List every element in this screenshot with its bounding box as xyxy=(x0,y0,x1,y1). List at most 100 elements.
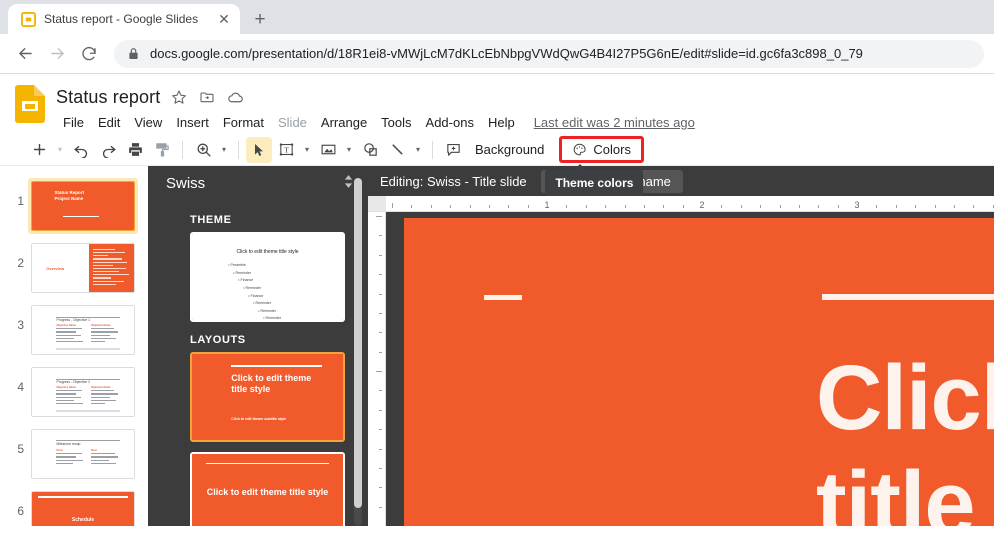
ruler-tick xyxy=(760,205,762,208)
redo-icon[interactable] xyxy=(95,137,121,163)
list-item[interactable]: 5 Milestone recap Done Next xyxy=(0,422,148,484)
slide-filmstrip[interactable]: 1 Status Report Project Name 2 Overview … xyxy=(0,166,148,526)
slide-number: 6 xyxy=(17,504,24,518)
palette-icon xyxy=(572,142,587,157)
ruler-tick xyxy=(992,205,994,208)
svg-text:T: T xyxy=(284,146,289,155)
thumb-heading-4: Progress - Objective 2 xyxy=(56,380,91,384)
ruler-tick xyxy=(379,467,382,469)
menu-slide[interactable]: Slide xyxy=(271,112,314,133)
star-icon[interactable] xyxy=(170,88,188,106)
theme-section-label: THEME xyxy=(190,214,232,226)
vertical-ruler[interactable] xyxy=(368,212,386,526)
ruler-tick xyxy=(450,205,452,208)
menu-tools[interactable]: Tools xyxy=(374,112,418,133)
address-bar[interactable]: docs.google.com/presentation/d/18R1ei8-v… xyxy=(114,39,984,68)
new-tab-button[interactable]: + xyxy=(246,5,274,33)
ruler-tick xyxy=(379,506,382,508)
page-title[interactable]: Status report xyxy=(56,87,160,108)
browser-toolbar: docs.google.com/presentation/d/18R1ei8-v… xyxy=(0,34,994,74)
insert-line-caret-icon[interactable]: ▾ xyxy=(411,137,425,163)
list-item[interactable]: 4 Progress - Objective 2 Objective Name xyxy=(0,360,148,422)
menu-edit[interactable]: Edit xyxy=(91,112,127,133)
menu-file[interactable]: File xyxy=(56,112,91,133)
new-slide-icon[interactable] xyxy=(26,137,52,163)
menu-format[interactable]: Format xyxy=(216,112,271,133)
slide-thumbnail-6[interactable]: Schedule xyxy=(28,488,138,526)
slide-thumbnail-2[interactable]: Overview xyxy=(28,240,138,296)
theme-panel-header: Swiss xyxy=(148,166,368,200)
slides-main: 1 Status Report Project Name 2 Overview … xyxy=(0,166,994,526)
slide-canvas[interactable]: Click title xyxy=(386,212,994,526)
slide-title-text[interactable]: Click title xyxy=(816,346,994,526)
print-icon[interactable] xyxy=(122,137,148,163)
slide-thumbnail-1[interactable]: Status Report Project Name xyxy=(28,178,138,234)
theme-colors-button[interactable]: Colors xyxy=(559,136,644,163)
move-to-folder-icon[interactable] xyxy=(198,88,216,106)
list-item[interactable]: 2 Overview xyxy=(0,236,148,298)
horizontal-ruler-track: 1 2 3 xyxy=(386,196,994,211)
zoom-caret-icon[interactable]: ▾ xyxy=(217,137,231,163)
last-edit-status[interactable]: Last edit was 2 minutes ago xyxy=(534,115,695,130)
add-comment-icon[interactable] xyxy=(440,137,466,163)
master-editing-bar: Editing: Swiss - Title slide Done Rename xyxy=(368,166,994,196)
text-box-caret-icon[interactable]: ▾ xyxy=(300,137,314,163)
paint-format-icon[interactable] xyxy=(149,137,175,163)
layout-1-title: Click to edit theme title style xyxy=(231,372,312,395)
new-slide-caret-icon[interactable]: ▾ xyxy=(53,137,67,163)
thumb-heading-3: Progress - Objective 1 xyxy=(56,318,91,322)
lock-icon xyxy=(128,47,140,60)
horizontal-ruler[interactable]: 1 2 3 xyxy=(368,196,994,212)
slide-number: 5 xyxy=(17,442,24,456)
scrollbar-thumb[interactable] xyxy=(354,178,362,508)
ruler-tick xyxy=(379,332,382,334)
layout-card-2[interactable]: Click to edit theme title style xyxy=(190,452,345,526)
forward-icon[interactable] xyxy=(42,39,72,69)
close-icon[interactable]: ✕ xyxy=(216,11,232,27)
theme-master-card[interactable]: Click to edit theme title style • Preamb… xyxy=(190,232,345,322)
slide-thumbnail-4[interactable]: Progress - Objective 2 Objective Name Ob… xyxy=(28,364,138,420)
theme-panel-scrollbar[interactable] xyxy=(354,178,362,526)
insert-shape-icon[interactable] xyxy=(357,137,383,163)
sort-updown-icon[interactable] xyxy=(343,174,354,193)
slide-thumbnail-3[interactable]: Progress - Objective 1 Objective Name Ob… xyxy=(28,302,138,358)
menu-addons[interactable]: Add-ons xyxy=(419,112,481,133)
layout-2-title: Click to edit theme title style xyxy=(206,486,329,497)
insert-line-icon[interactable] xyxy=(384,137,410,163)
list-item[interactable]: 3 Progress - Objective 1 Objective Name xyxy=(0,298,148,360)
menu-bar: File Edit View Insert Format Slide Arran… xyxy=(56,111,695,134)
google-slides-favicon xyxy=(20,11,36,27)
menu-arrange[interactable]: Arrange xyxy=(314,112,374,133)
undo-icon[interactable] xyxy=(68,137,94,163)
list-item[interactable]: 6 Schedule xyxy=(0,484,148,526)
background-button[interactable]: Background xyxy=(467,138,552,161)
insert-image-caret-icon[interactable]: ▾ xyxy=(342,137,356,163)
back-icon[interactable] xyxy=(10,39,40,69)
menu-help[interactable]: Help xyxy=(481,112,522,133)
ruler-tick xyxy=(527,205,529,208)
ruler-tick xyxy=(411,205,413,208)
text-box-icon[interactable]: T xyxy=(273,137,299,163)
ruler-tick xyxy=(379,448,382,450)
insert-image-icon[interactable] xyxy=(315,137,341,163)
ruler-tick xyxy=(876,205,878,208)
layout-card-1[interactable]: Click to edit theme title style Click to… xyxy=(190,352,345,442)
ruler-tick xyxy=(973,205,975,208)
list-item[interactable]: 1 Status Report Project Name xyxy=(0,174,148,236)
menu-view[interactable]: View xyxy=(127,112,169,133)
cloud-saved-icon[interactable] xyxy=(226,88,244,106)
ruler-number: 3 xyxy=(854,200,860,210)
zoom-icon[interactable] xyxy=(190,137,216,163)
ruler-tick xyxy=(624,205,626,208)
menu-insert[interactable]: Insert xyxy=(169,112,216,133)
slides-header: Status report File Edit View Insert Form… xyxy=(0,74,994,134)
slide-editing-surface[interactable]: Click title xyxy=(404,218,994,526)
ruler-tick xyxy=(818,205,820,208)
slide-thumbnail-5[interactable]: Milestone recap Done Next xyxy=(28,426,138,482)
reload-icon[interactable] xyxy=(74,39,104,69)
ruler-corner xyxy=(368,196,386,211)
select-cursor-icon[interactable] xyxy=(246,136,272,163)
theme-name: Swiss xyxy=(166,174,206,192)
browser-tab-strip: Status report - Google Slides ✕ + xyxy=(0,0,994,34)
browser-tab[interactable]: Status report - Google Slides ✕ xyxy=(8,4,240,34)
